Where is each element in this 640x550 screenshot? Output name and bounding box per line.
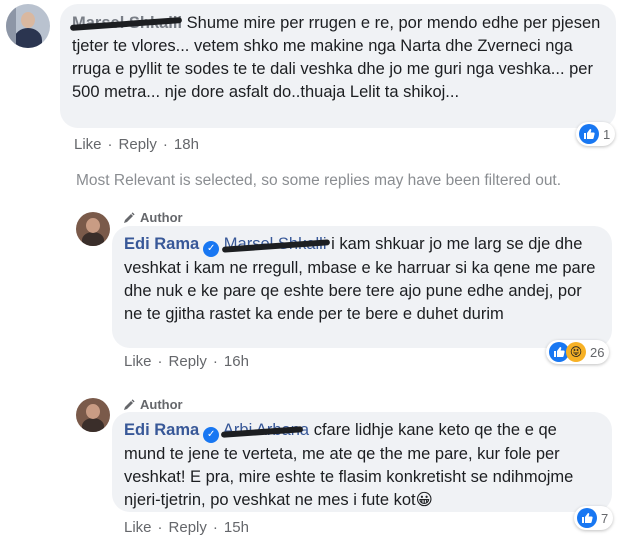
laugh-reaction-icon: 😝 [566, 342, 586, 362]
comment-bubble: Marsel Shkalli Shume mire per rrugen e r… [60, 4, 616, 128]
author-badge: Author [122, 397, 183, 412]
reply-actions: Like · Reply · 15h [124, 519, 249, 536]
reply-button[interactable]: Reply [169, 353, 207, 370]
reply-text: Edi Rama✓ Marsel Shkalli i kam shkuar jo… [124, 233, 600, 326]
grinning-emoji-icon: 😀 [415, 490, 433, 509]
reply-timestamp[interactable]: 16h [224, 353, 249, 370]
reply-actions: Like · Reply · 16h [124, 353, 249, 370]
like-reaction-icon [577, 508, 597, 528]
reply-text: Edi Rama✓ Arbi Arbana cfare lidhje kane … [124, 419, 600, 512]
reply-bubble: Edi Rama✓ Marsel Shkalli i kam shkuar jo… [112, 226, 612, 348]
reaction-summary[interactable]: 😝 26 [546, 340, 610, 364]
verified-badge-icon: ✓ [203, 426, 220, 443]
reaction-count: 1 [603, 126, 611, 142]
like-button[interactable]: Like [124, 353, 152, 370]
commenter-name[interactable]: Marsel Shkalli [69, 14, 187, 32]
author-badge: Author [122, 210, 183, 225]
reply-avatar[interactable] [76, 212, 110, 246]
pencil-icon [124, 211, 135, 223]
like-reaction-icon [579, 124, 599, 144]
reply-avatar[interactable] [76, 398, 110, 432]
reaction-summary[interactable]: 7 [574, 506, 614, 530]
reply-author-name[interactable]: Edi Rama [124, 235, 199, 253]
reply-bubble: Edi Rama✓ Arbi Arbana cfare lidhje kane … [112, 412, 612, 512]
author-label: Author [140, 397, 183, 412]
filter-notice: Most Relevant is selected, so some repli… [76, 172, 562, 189]
comment-actions: Like · Reply · 18h [74, 136, 199, 153]
reaction-count: 7 [601, 510, 609, 526]
like-button[interactable]: Like [74, 136, 102, 153]
commenter-avatar[interactable] [6, 4, 50, 48]
comment-text: Marsel Shkalli Shume mire per rrugen e r… [69, 12, 604, 104]
reply-timestamp[interactable]: 15h [224, 519, 249, 536]
reply-button[interactable]: Reply [119, 136, 157, 153]
mention-link[interactable]: Arbi Arbana [220, 421, 314, 439]
pencil-icon [124, 398, 135, 410]
reaction-count: 26 [590, 344, 605, 360]
reply-button[interactable]: Reply [169, 519, 207, 536]
reply-author-name[interactable]: Edi Rama [124, 421, 199, 439]
like-button[interactable]: Like [124, 519, 152, 536]
author-label: Author [140, 210, 183, 225]
mention-link[interactable]: Marsel Shkalli [221, 235, 331, 253]
comment-timestamp[interactable]: 18h [174, 136, 199, 153]
reaction-summary[interactable]: 1 [576, 122, 616, 146]
verified-badge-icon: ✓ [203, 240, 220, 257]
